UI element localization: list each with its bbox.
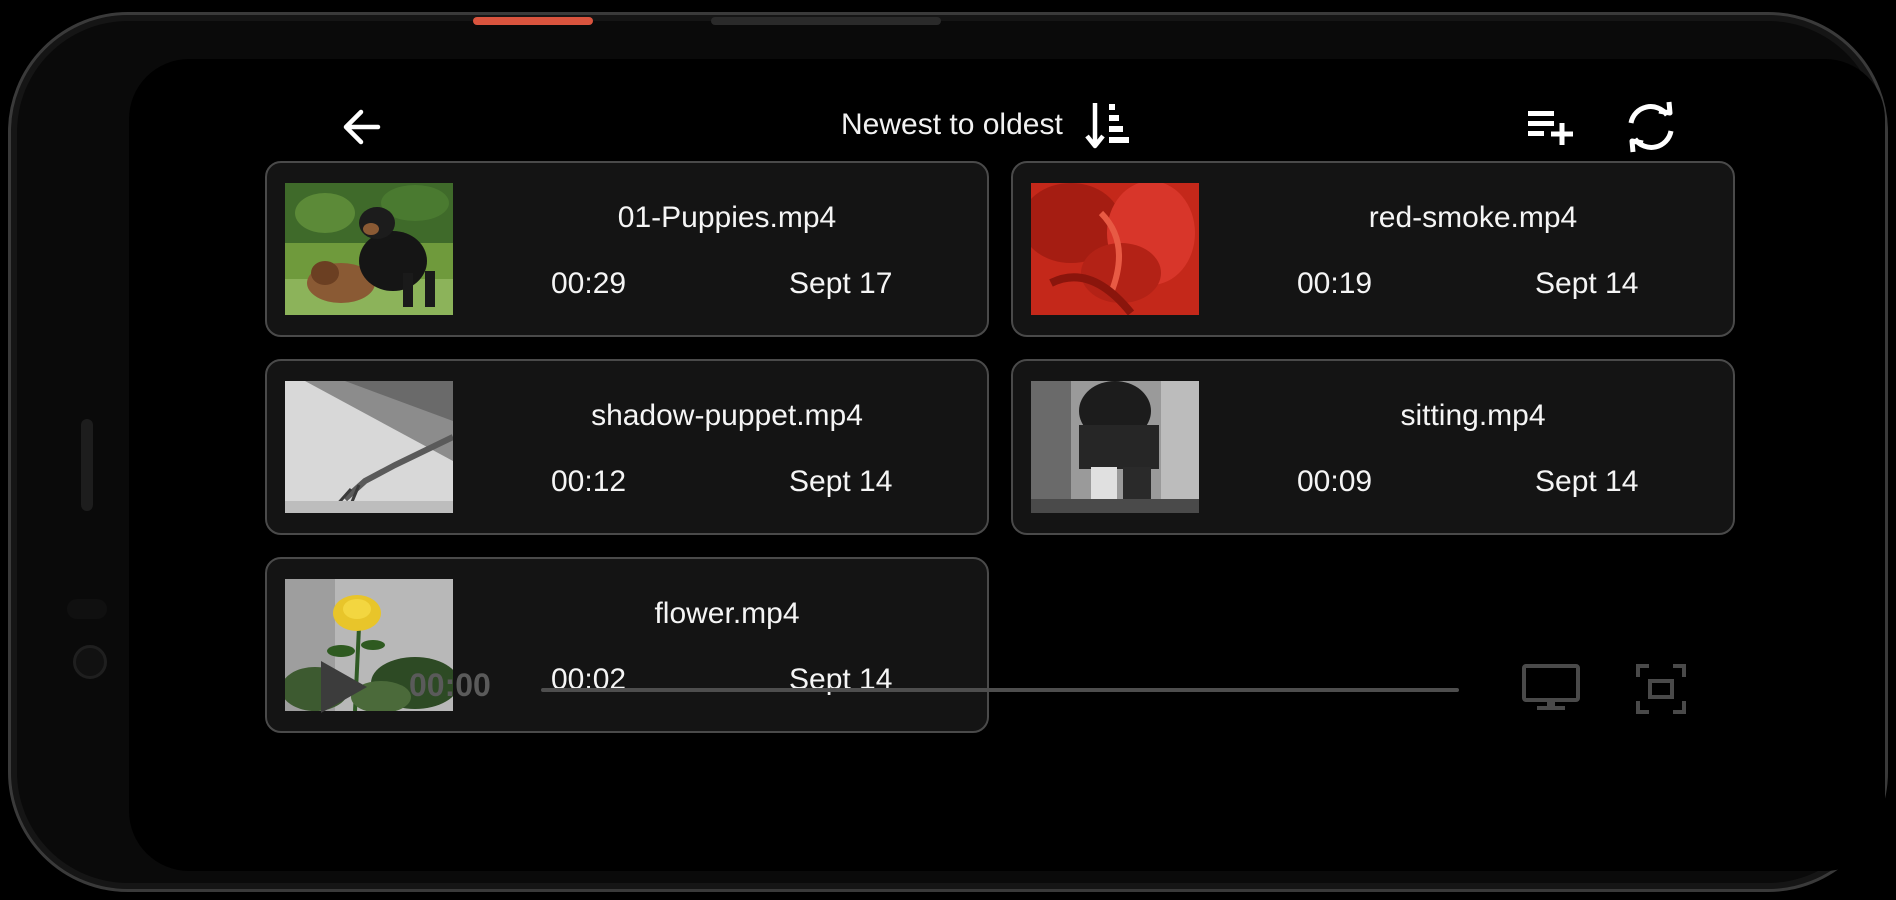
phone-side-button	[81, 419, 93, 511]
video-date: Sept 14	[1535, 267, 1639, 300]
video-card[interactable]: sitting.mp4 00:09 Sept 14	[1011, 359, 1735, 535]
back-button[interactable]	[321, 87, 401, 167]
video-duration: 00:19	[1297, 267, 1373, 300]
refresh-icon	[1628, 101, 1674, 153]
playlist-add-icon	[1528, 111, 1573, 145]
video-title: red-smoke.mp4	[1368, 201, 1578, 234]
phone-camera	[73, 645, 107, 679]
refresh-button[interactable]	[1611, 87, 1691, 167]
video-date: Sept 17	[789, 267, 893, 300]
player-bar: 00:00	[129, 649, 1885, 729]
phone-power-button	[473, 17, 593, 25]
video-card[interactable]: shadow-puppet.mp4 00:12 Sept 14	[265, 359, 989, 535]
video-thumbnail	[285, 381, 453, 513]
video-date: Sept 14	[1535, 465, 1639, 498]
video-thumbnail	[1031, 183, 1199, 315]
phone-volume-button	[711, 17, 941, 25]
video-card[interactable]: 01-Puppies.mp4 00:29 Sept 17	[265, 161, 989, 337]
play-button[interactable]	[315, 657, 371, 717]
phone-speaker	[67, 599, 107, 619]
seek-bar[interactable]	[541, 688, 1459, 692]
video-thumbnail	[285, 183, 453, 315]
video-duration: 00:12	[551, 465, 627, 498]
cast-button[interactable]	[1521, 663, 1581, 713]
monitor-icon	[1522, 664, 1580, 710]
video-title: sitting.mp4	[1400, 399, 1546, 432]
fit-screen-icon	[1636, 664, 1686, 714]
app-screen: Newest to oldest 01-Puppies.mp4 00:29 Se…	[129, 59, 1885, 871]
video-title: shadow-puppet.mp4	[591, 399, 863, 432]
video-duration: 00:09	[1297, 465, 1373, 498]
video-title: 01-Puppies.mp4	[617, 201, 837, 234]
current-time: 00:00	[409, 667, 491, 703]
video-thumbnail	[1031, 381, 1199, 513]
sort-label: Newest to oldest	[841, 108, 1063, 141]
play-icon	[321, 661, 367, 713]
arrow-left-icon	[343, 109, 381, 145]
sort-order-button[interactable]: Newest to oldest	[841, 95, 1131, 155]
video-date: Sept 14	[789, 465, 893, 498]
video-title: flower.mp4	[654, 597, 800, 630]
fit-screen-button[interactable]	[1635, 663, 1687, 715]
playlist-add-button[interactable]	[1511, 87, 1591, 167]
video-duration: 00:29	[551, 267, 627, 300]
sort-descending-icon	[1085, 103, 1129, 149]
video-card[interactable]: red-smoke.mp4 00:19 Sept 14	[1011, 161, 1735, 337]
phone-frame: Newest to oldest 01-Puppies.mp4 00:29 Se…	[8, 12, 1888, 892]
